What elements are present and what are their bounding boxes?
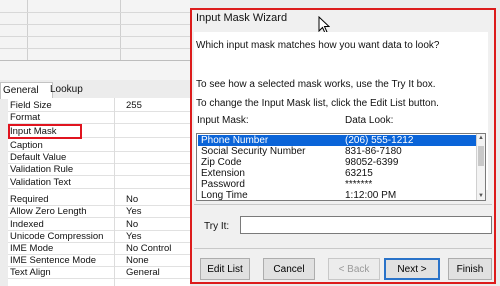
input-mask-list[interactable]: Phone Number (206) 555-1212 Social Secur… <box>196 133 486 201</box>
prop-row-ime-sentence-mode[interactable]: IME Sentence Mode None <box>8 255 190 267</box>
prop-row-allow-zero-length[interactable]: Allow Zero Length Yes <box>8 206 190 218</box>
prop-row-caption[interactable]: Caption <box>8 140 190 152</box>
mask-name: Extension <box>201 168 245 179</box>
prop-name: Allow Zero Length <box>10 206 87 217</box>
prop-name: Default Value <box>10 152 67 163</box>
prop-name: IME Sentence Mode <box>10 255 97 266</box>
mask-look: (206) 555-1212 <box>345 135 414 146</box>
prop-row-default-value[interactable]: Default Value <box>8 152 190 164</box>
tab-general[interactable]: General <box>0 82 53 99</box>
wizard-instruction-try: To see how a selected mask works, use th… <box>196 79 436 90</box>
prop-value[interactable]: No <box>126 219 188 230</box>
prop-row-format[interactable]: Format <box>8 112 190 124</box>
prop-name: Required <box>10 194 49 205</box>
prop-value[interactable]: No Control <box>126 243 188 254</box>
mask-look: 831-86-7180 <box>345 146 402 157</box>
wizard-instruction-edit: To change the Input Mask list, click the… <box>196 98 439 109</box>
prop-row-indexed[interactable]: Indexed No <box>8 219 190 231</box>
prop-name: Text Align <box>10 267 51 278</box>
prop-row-required[interactable]: Required No <box>8 194 190 206</box>
prop-name: Validation Text <box>10 177 71 188</box>
prop-value[interactable]: Yes <box>126 206 188 217</box>
mask-look: 98052-6399 <box>345 157 399 168</box>
cancel-button[interactable]: Cancel <box>263 258 315 280</box>
input-mask-highlight <box>8 124 82 139</box>
mask-look: 1:12:00 PM <box>345 190 397 201</box>
pane-divider <box>0 60 190 61</box>
list-item-password[interactable]: Password ******* <box>198 179 476 190</box>
try-it-label: Try It: <box>204 221 230 232</box>
prop-name: IME Mode <box>10 243 54 254</box>
next-button[interactable]: Next > <box>384 258 440 280</box>
prop-row-ime-mode[interactable]: IME Mode No Control <box>8 243 190 255</box>
prop-name: Caption <box>10 140 43 151</box>
list-item-extension[interactable]: Extension 63215 <box>198 168 476 179</box>
prop-name: Format <box>10 112 41 123</box>
mask-name: Long Time <box>201 190 248 201</box>
scroll-up-icon[interactable]: ▲ <box>478 135 484 141</box>
col-input-mask-header: Input Mask: <box>197 115 249 126</box>
mask-name: Password <box>201 179 245 190</box>
prop-row-unicode-compression[interactable]: Unicode Compression Yes <box>8 231 190 243</box>
finish-button[interactable]: Finish <box>448 258 492 280</box>
mask-look: 63215 <box>345 168 373 179</box>
list-item-zip-code[interactable]: Zip Code 98052-6399 <box>198 157 476 168</box>
separator <box>194 248 492 249</box>
field-grid <box>0 0 190 60</box>
mask-look: ******* <box>345 179 373 190</box>
prop-name: Indexed <box>10 219 44 230</box>
list-item-phone-number[interactable]: Phone Number (206) 555-1212 <box>198 135 476 146</box>
list-item-ssn[interactable]: Social Security Number 831-86-7180 <box>198 146 476 157</box>
prop-name: Field Size <box>10 100 52 111</box>
prop-column-separator <box>114 98 115 286</box>
scroll-thumb[interactable] <box>478 146 484 166</box>
separator <box>194 204 492 205</box>
prop-value[interactable]: No <box>126 194 188 205</box>
edit-list-button[interactable]: Edit List <box>200 258 250 280</box>
dialog-title: Input Mask Wizard <box>196 12 288 24</box>
mask-name: Social Security Number <box>201 146 306 157</box>
scroll-down-icon[interactable]: ▼ <box>478 193 484 199</box>
try-it-input[interactable] <box>240 216 492 234</box>
col-data-look-header: Data Look: <box>345 115 394 126</box>
prop-row-validation-rule[interactable]: Validation Rule <box>8 164 190 176</box>
property-tabs: General Lookup <box>0 82 190 99</box>
mask-name: Zip Code <box>201 157 242 168</box>
field-list-area <box>0 0 190 80</box>
back-button[interactable]: < Back <box>328 258 380 280</box>
prop-name: Unicode Compression <box>10 231 104 242</box>
list-item-long-time[interactable]: Long Time 1:12:00 PM <box>198 190 476 201</box>
prop-value[interactable]: Yes <box>126 231 188 242</box>
prop-row-validation-text[interactable]: Validation Text <box>8 177 190 189</box>
list-scrollbar[interactable]: ▲ ▼ <box>476 134 485 200</box>
tab-lookup[interactable]: Lookup <box>48 82 96 98</box>
wizard-question: Which input mask matches how you want da… <box>196 40 440 51</box>
input-mask-wizard-dialog: Input Mask Wizard Which input mask match… <box>190 8 496 284</box>
prop-name: Validation Rule <box>10 164 74 175</box>
prop-row-text-align[interactable]: Text Align General <box>8 267 190 279</box>
prop-value[interactable]: None <box>126 255 188 266</box>
prop-row-field-size[interactable]: Field Size 255 <box>8 100 190 112</box>
prop-value[interactable]: 255 <box>126 100 188 111</box>
prop-value[interactable]: General <box>126 267 188 278</box>
mask-name: Phone Number <box>201 135 269 146</box>
